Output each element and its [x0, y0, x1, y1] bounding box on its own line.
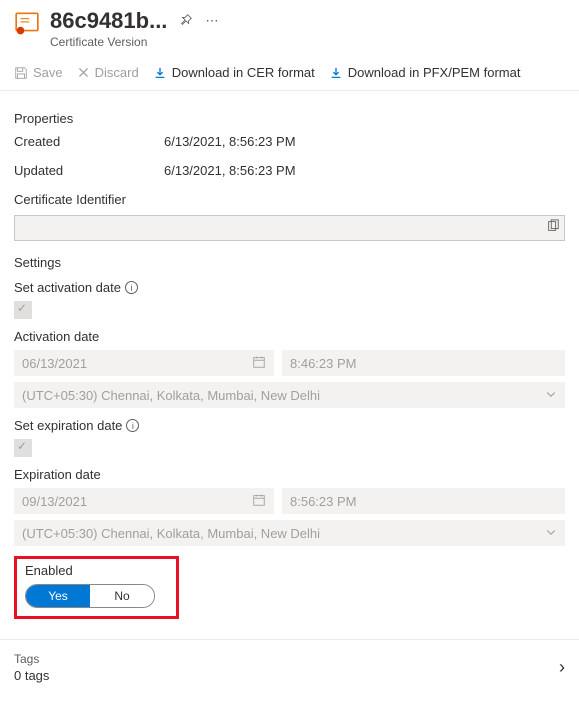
info-icon[interactable]: i: [125, 281, 138, 294]
download-icon: [329, 66, 343, 80]
expiration-timezone-select[interactable]: (UTC+05:30) Chennai, Kolkata, Mumbai, Ne…: [14, 520, 565, 546]
download-pfx-button[interactable]: Download in PFX/PEM format: [329, 65, 521, 80]
created-row: Created 6/13/2021, 8:56:23 PM: [14, 134, 565, 149]
calendar-icon: [252, 493, 266, 510]
toggle-no[interactable]: No: [90, 585, 154, 607]
updated-label: Updated: [14, 163, 164, 178]
set-expiration-label: Set expiration date i: [14, 418, 565, 433]
tags-value: 0 tags: [14, 668, 49, 683]
expiration-time-input[interactable]: 8:56:23 PM: [282, 488, 565, 514]
updated-value: 6/13/2021, 8:56:23 PM: [164, 163, 296, 178]
properties-heading: Properties: [14, 111, 565, 126]
download-icon: [153, 66, 167, 80]
activation-timezone-select[interactable]: (UTC+05:30) Chennai, Kolkata, Mumbai, Ne…: [14, 382, 565, 408]
enabled-label: Enabled: [25, 563, 168, 578]
pin-button[interactable]: [179, 13, 193, 30]
created-value: 6/13/2021, 8:56:23 PM: [164, 134, 296, 149]
info-icon[interactable]: i: [126, 419, 139, 432]
calendar-icon: [252, 355, 266, 372]
activation-time-input[interactable]: 8:46:23 PM: [282, 350, 565, 376]
certificate-icon: [14, 10, 40, 36]
chevron-right-icon: ›: [559, 657, 565, 678]
tags-label: Tags: [14, 652, 49, 666]
updated-row: Updated 6/13/2021, 8:56:23 PM: [14, 163, 565, 178]
copy-icon[interactable]: [546, 219, 560, 236]
activation-checkbox: [14, 301, 32, 319]
more-button[interactable]: ⋯: [205, 13, 218, 29]
enabled-highlight: Enabled Yes No: [14, 556, 179, 619]
expiration-checkbox: [14, 439, 32, 457]
identifier-label: Certificate Identifier: [14, 192, 565, 207]
page-header: 86c9481b... ⋯ Certificate Version: [0, 0, 579, 59]
settings-heading: Settings: [14, 255, 565, 270]
page-title: 86c9481b...: [50, 8, 167, 34]
discard-icon: [77, 66, 90, 79]
expiration-date-label: Expiration date: [14, 467, 565, 482]
identifier-field[interactable]: [14, 215, 565, 241]
page-subtitle: Certificate Version: [50, 35, 565, 49]
set-activation-label: Set activation date i: [14, 280, 565, 295]
chevron-down-icon: [545, 526, 557, 541]
command-bar: Save Discard Download in CER format Down…: [0, 59, 579, 91]
save-icon: [14, 66, 28, 80]
activation-date-label: Activation date: [14, 329, 565, 344]
download-cer-button[interactable]: Download in CER format: [153, 65, 315, 80]
expiration-date-input[interactable]: 09/13/2021: [14, 488, 274, 514]
created-label: Created: [14, 134, 164, 149]
enabled-toggle[interactable]: Yes No: [25, 584, 155, 608]
tags-row[interactable]: Tags 0 tags ›: [0, 640, 579, 697]
chevron-down-icon: [545, 388, 557, 403]
save-button[interactable]: Save: [14, 65, 63, 80]
discard-button[interactable]: Discard: [77, 65, 139, 80]
toggle-yes[interactable]: Yes: [26, 585, 90, 607]
activation-date-input[interactable]: 06/13/2021: [14, 350, 274, 376]
